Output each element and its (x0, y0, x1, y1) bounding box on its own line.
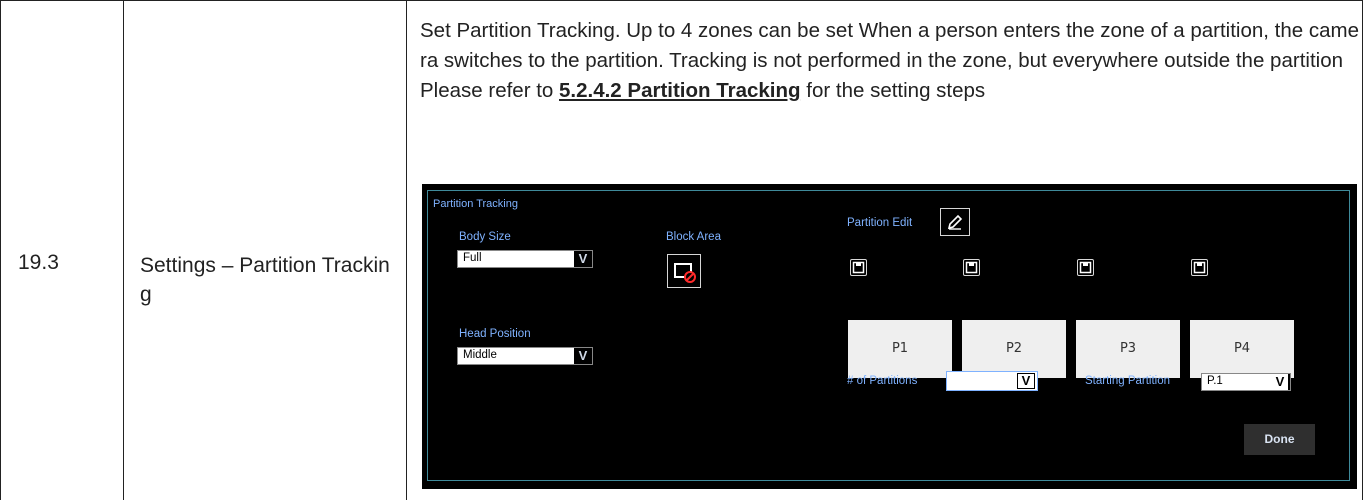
column-divider (406, 0, 407, 500)
num-partitions-label: # of Partitions (847, 375, 918, 387)
save-icon[interactable] (963, 259, 980, 276)
row-description: Set Partition Tracking. Up to 4 zones ca… (420, 16, 1360, 106)
num-partitions-select[interactable]: V (946, 371, 1038, 391)
row-number: 19.3 (18, 251, 59, 274)
partition-tile-p1[interactable]: P1 (848, 320, 952, 378)
table-left-border (0, 0, 1, 500)
description-tail: for the setting steps (800, 79, 986, 102)
starting-partition-label: Starting Partition (1085, 375, 1171, 387)
partition-tile-p4[interactable]: P4 (1190, 320, 1294, 378)
panel-title: Partition Tracking (433, 198, 518, 210)
partition-tracking-screenshot: Partition Tracking Body Size Full V Head… (422, 184, 1357, 489)
table: 19.3 Settings – Partition Tracking Set P… (0, 0, 1363, 500)
head-position-value: Middle (463, 349, 497, 361)
chevron-down-icon[interactable]: V (1272, 374, 1290, 390)
body-size-select[interactable]: Full V (457, 250, 593, 268)
section-link[interactable]: 5.2.4.2 Partition Tracking (559, 79, 801, 102)
block-area-label: Block Area (666, 231, 721, 243)
row-title: Settings – Partition Tracking (140, 254, 390, 306)
partition-tile-p3[interactable]: P3 (1076, 320, 1180, 378)
save-icon[interactable] (850, 259, 867, 276)
starting-partition-select[interactable]: P.1 V (1201, 373, 1291, 391)
block-area-button[interactable] (667, 254, 701, 288)
head-position-label: Head Position (459, 328, 531, 340)
block-area-icon (674, 263, 696, 283)
done-button[interactable]: Done (1244, 424, 1315, 455)
chevron-down-icon[interactable]: V (1017, 373, 1035, 389)
body-size-value: Full (463, 252, 482, 264)
column-divider (123, 0, 124, 500)
body-size-label: Body Size (459, 231, 511, 243)
pencil-icon (947, 214, 963, 230)
partition-tile-p2[interactable]: P2 (962, 320, 1066, 378)
chevron-down-icon[interactable]: V (574, 348, 592, 364)
save-icon[interactable] (1191, 259, 1208, 276)
partition-edit-label: Partition Edit (847, 217, 913, 229)
head-position-select[interactable]: Middle V (457, 347, 593, 365)
save-icon[interactable] (1077, 259, 1094, 276)
starting-partition-value: P.1 (1207, 375, 1223, 387)
chevron-down-icon[interactable]: V (574, 251, 592, 267)
table-top-border (0, 0, 1363, 1)
partition-edit-button[interactable] (940, 208, 970, 236)
